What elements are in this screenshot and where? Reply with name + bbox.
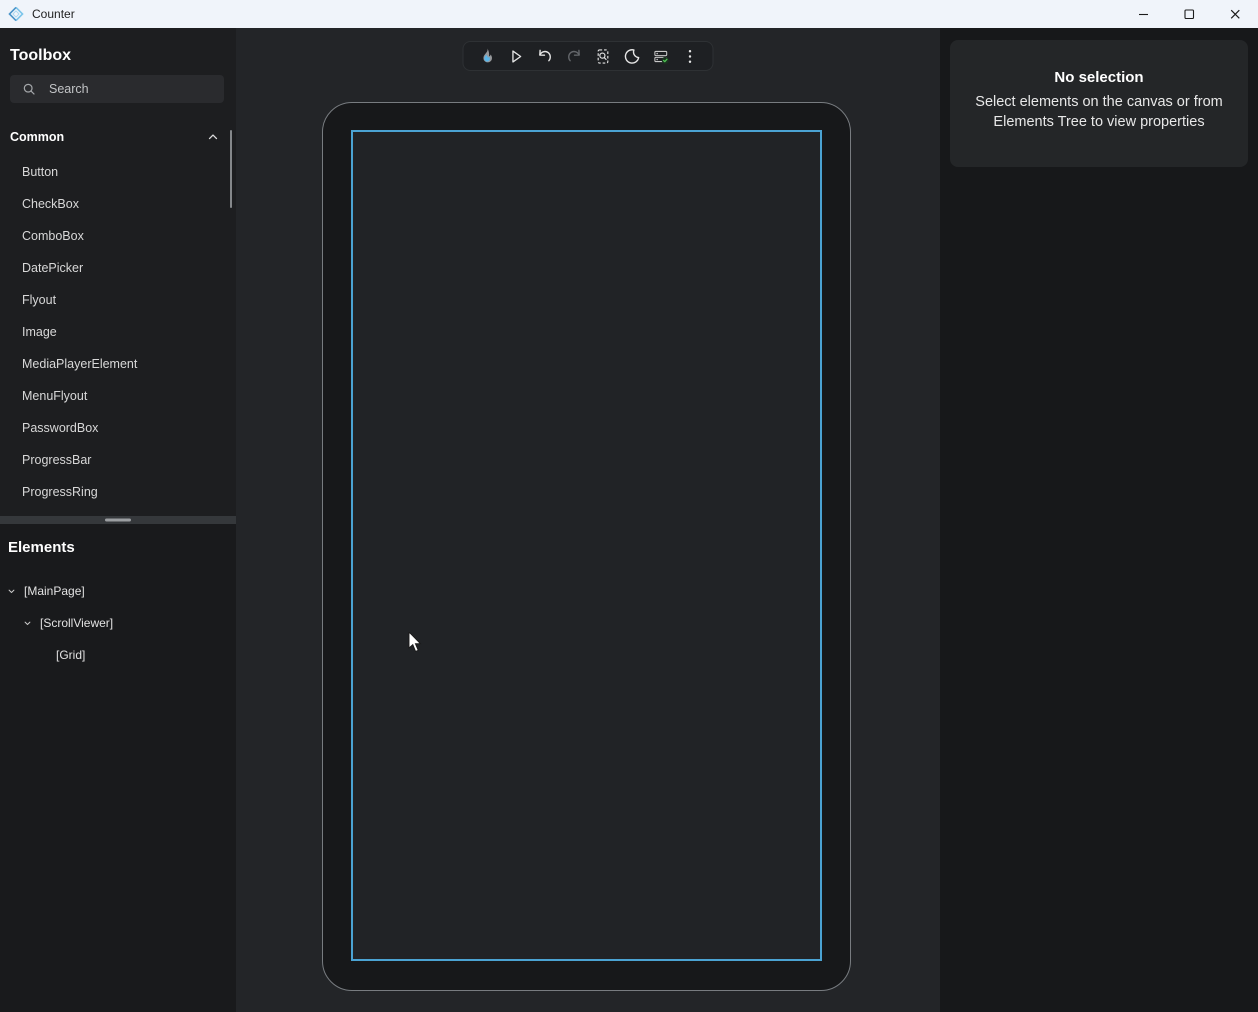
theme-toggle-button[interactable]	[619, 43, 645, 69]
undo-icon	[534, 46, 555, 67]
window-controls	[1120, 0, 1258, 28]
tree-item-label: [ScrollViewer]	[40, 616, 113, 630]
close-icon	[1223, 2, 1247, 26]
chevron-down-icon[interactable]	[21, 617, 33, 629]
left-sidebar: Toolbox Common Button CheckBox ComboBox …	[0, 28, 236, 1012]
tree-item-grid[interactable]: [Grid]	[0, 639, 236, 671]
toolbox-item-combobox[interactable]: ComboBox	[0, 220, 236, 252]
tree-item-label: [MainPage]	[24, 584, 85, 598]
flame-icon	[476, 46, 497, 67]
panel-splitter[interactable]	[0, 516, 236, 524]
window-title: Counter	[32, 7, 75, 21]
toolbox-search-box[interactable]	[10, 75, 224, 103]
undo-button[interactable]	[532, 43, 558, 69]
more-options-button[interactable]	[677, 43, 703, 69]
no-selection-title: No selection	[950, 69, 1248, 86]
moon-icon	[621, 46, 642, 67]
canvas-toolbar	[463, 41, 714, 71]
toolbox-item-datepicker[interactable]: DatePicker	[0, 252, 236, 284]
kebab-menu-icon	[679, 46, 700, 67]
device-frame	[322, 102, 851, 991]
properties-panel: No selection Select elements on the canv…	[940, 28, 1258, 1012]
toolbox-item-button[interactable]: Button	[0, 156, 236, 188]
redo-icon	[563, 46, 584, 67]
maximize-icon	[1177, 2, 1201, 26]
close-button[interactable]	[1212, 0, 1258, 28]
hot-design-button[interactable]	[474, 43, 500, 69]
no-selection-message: Select elements on the canvas or from El…	[965, 92, 1233, 132]
elements-panel: Elements [MainPage] [ScrollViewer]	[0, 524, 236, 1012]
redo-button[interactable]	[561, 43, 587, 69]
tree-item-mainpage[interactable]: [MainPage]	[0, 575, 236, 607]
toolbox-item-image[interactable]: Image	[0, 316, 236, 348]
toolbox-item-flyout[interactable]: Flyout	[0, 284, 236, 316]
connection-status-button[interactable]	[648, 43, 674, 69]
tree-item-scrollviewer[interactable]: [ScrollViewer]	[0, 607, 236, 639]
elements-title: Elements	[8, 539, 75, 556]
search-icon	[22, 82, 37, 97]
maximize-button[interactable]	[1166, 0, 1212, 28]
app-logo-icon	[8, 6, 24, 22]
toolbox-item-passwordbox[interactable]: PasswordBox	[0, 412, 236, 444]
minimize-button[interactable]	[1120, 0, 1166, 28]
zoom-selection-icon	[592, 46, 613, 67]
toolbox-title: Toolbox	[10, 47, 71, 65]
play-button[interactable]	[503, 43, 529, 69]
canvas-root-grid[interactable]	[351, 130, 822, 961]
toolbox-panel: Toolbox Common Button CheckBox ComboBox …	[0, 28, 236, 516]
chevron-down-icon[interactable]	[5, 585, 17, 597]
no-selection-card: No selection Select elements on the canv…	[950, 40, 1248, 167]
toolbox-item-checkbox[interactable]: CheckBox	[0, 188, 236, 220]
zoom-selection-button[interactable]	[590, 43, 616, 69]
connection-status-icon	[650, 46, 671, 67]
toolbox-item-mediaplayerelement[interactable]: MediaPlayerElement	[0, 348, 236, 380]
toolbox-item-progressring[interactable]: ProgressRing	[0, 476, 236, 508]
toolbox-search-input[interactable]	[49, 82, 199, 96]
splitter-handle-icon	[105, 519, 131, 522]
toolbox-item-progressbar[interactable]: ProgressBar	[0, 444, 236, 476]
tree-item-label: [Grid]	[56, 648, 85, 662]
toolbox-section-common[interactable]: Common	[10, 125, 220, 149]
minimize-icon	[1131, 2, 1155, 26]
toolbox-scrollbar[interactable]	[230, 130, 232, 208]
toolbox-section-label: Common	[10, 130, 64, 144]
toolbox-item-list: Button CheckBox ComboBox DatePicker Flyo…	[0, 156, 236, 508]
titlebar: Counter	[0, 0, 1258, 28]
play-icon	[505, 46, 526, 67]
design-canvas[interactable]	[236, 28, 940, 1012]
chevron-up-icon	[206, 130, 220, 144]
toolbox-item-menuflyout[interactable]: MenuFlyout	[0, 380, 236, 412]
